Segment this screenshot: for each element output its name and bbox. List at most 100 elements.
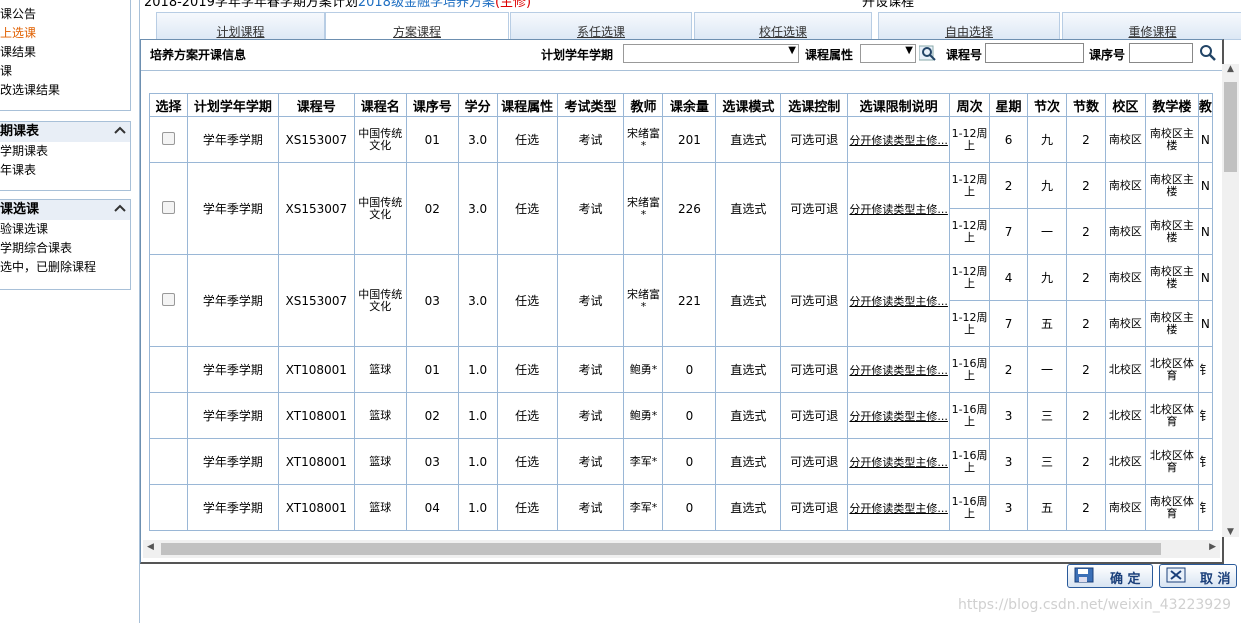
term-cell: 学年季学期 [186, 162, 279, 255]
seq-no-input[interactable] [1129, 43, 1193, 63]
page-header: 2018-2019学年学年春学期方案计划2018级金融学培养方案(主修) 开设课… [140, 0, 1241, 10]
building-cell: 北校区体育 [1144, 346, 1199, 393]
sidebar-item-year-timetable[interactable]: 年课表 [0, 161, 130, 180]
sidebar-item-notice[interactable]: 课公告 [0, 5, 130, 24]
building-cell: 南校区主楼 [1144, 300, 1199, 347]
remaining-cell: 201 [662, 116, 717, 163]
limit-link[interactable]: 分开修读类型主修... [849, 295, 948, 308]
limit-cell: 分开修读类型主修... [847, 484, 951, 531]
remaining-cell: 0 [662, 484, 717, 531]
attr-select[interactable]: ▼ [860, 44, 916, 63]
sidebar-item-result[interactable]: 课结果 [0, 43, 130, 62]
scrollbar-thumb[interactable] [1224, 82, 1237, 172]
table-row: 学年季学期 XT108001 篮球 02 1.0 任选 考试 鲍勇* 0 直选式 可选可退 分开修读类… [149, 392, 1213, 439]
chevron-up-icon[interactable] [113, 200, 127, 220]
extra-cell: 钅 [1197, 438, 1213, 485]
period-cell: 三 [1027, 392, 1067, 439]
sidebar-item-term-timetable[interactable]: 学期课表 [0, 142, 130, 161]
extra-cell: 钅 [1197, 346, 1213, 393]
building-cell: 南校区主楼 [1144, 162, 1199, 209]
period-cell: 一 [1027, 208, 1067, 255]
extra-cell: N [1197, 208, 1213, 255]
column-header: 计划学年学期 [186, 93, 279, 117]
tab-plan-courses[interactable]: 计划课程 [156, 12, 325, 40]
building-cell: 北校区体育 [1144, 438, 1199, 485]
tab-label: 计划课程 [216, 25, 265, 39]
limit-link[interactable]: 分开修读类型主修... [849, 502, 948, 515]
course-no-cell: XT108001 [277, 392, 355, 439]
table-row: 学年季学期 XS153007 中国传统文化 01 3.0 任选 考试 宋绪富* 201 直选式 可选… [149, 116, 1213, 163]
sidebar-item-course[interactable]: 课 [0, 62, 130, 81]
campus-cell: 南校区 [1104, 208, 1146, 255]
select-mode-cell: 直选式 [715, 484, 782, 531]
tab-retake[interactable]: 重修课程 [1062, 12, 1241, 40]
period-cell: 三 [1027, 438, 1067, 485]
scrollbar-thumb[interactable] [161, 543, 1161, 555]
limit-link[interactable]: 分开修读类型主修... [849, 364, 948, 377]
scroll-right-arrow-icon[interactable]: ▶ [1209, 542, 1216, 552]
cancel-button[interactable]: 取 消 [1159, 564, 1237, 588]
sidebar-item-lab-select[interactable]: 验课选课 [0, 220, 130, 239]
sidebar-item-online-select[interactable]: 上选课 [0, 24, 130, 43]
period-count-cell: 2 [1065, 254, 1106, 301]
select-mode-cell: 直选式 [715, 116, 782, 163]
sidebar-item-change-result[interactable]: 改选课结果 [0, 81, 130, 100]
seq-no-cell: 02 [405, 162, 459, 255]
select-control-cell: 可选可退 [780, 392, 849, 439]
open-courses-label: 开设课程 [862, 0, 915, 10]
tab-program-courses[interactable]: 方案课程 [325, 12, 509, 40]
limit-link[interactable]: 分开修读类型主修... [849, 456, 948, 469]
select-checkbox[interactable] [161, 292, 175, 306]
vertical-scrollbar[interactable]: ▲ ▼ [1222, 64, 1239, 537]
select-checkbox[interactable] [161, 131, 175, 145]
sidebar-section-header[interactable]: 课选课 [0, 200, 130, 220]
building-cell: 南校区主楼 [1144, 208, 1199, 255]
period-count-cell: 2 [1065, 300, 1106, 347]
column-header: 选课限制说明 [847, 93, 951, 117]
attr-label: 课程属性 [805, 48, 854, 62]
weeks-cell: 1-16周上 [949, 438, 991, 485]
term-select[interactable]: ▼ [623, 44, 799, 63]
limit-cell: 分开修读类型主修... [847, 162, 951, 255]
table-row: 学年季学期 XS153007 中国传统文化 03 3.0 任选 考试 宋绪富* 221 直选式 可选… [149, 254, 1213, 347]
chevron-up-icon[interactable] [113, 122, 127, 142]
limit-link[interactable]: 分开修读类型主修... [849, 410, 948, 423]
sidebar-item-deleted-courses[interactable]: 选中，已删除课程 [0, 258, 130, 277]
sidebar-item-term-overview[interactable]: 学期综合课表 [0, 239, 130, 258]
limit-link[interactable]: 分开修读类型主修... [849, 203, 948, 216]
table-row: 学年季学期 XT108001 篮球 01 1.0 任选 考试 鲍勇* 0 直选式 可选可退 分开修读类… [149, 346, 1213, 393]
campus-cell: 北校区 [1104, 438, 1146, 485]
limit-link[interactable]: 分开修读类型主修... [849, 134, 948, 147]
limit-cell: 分开修读类型主修... [847, 346, 951, 393]
column-header: 教学楼 [1144, 93, 1199, 117]
scroll-up-arrow-icon[interactable]: ▲ [1222, 64, 1239, 74]
campus-cell: 北校区 [1104, 392, 1146, 439]
term-cell: 学年季学期 [186, 254, 279, 347]
scroll-down-arrow-icon[interactable]: ▼ [1222, 527, 1239, 537]
table-header-row: 选择 计划学年学期 课程号 课程名 课序号 学分 课程属性 考试类型 教师 课余量 选课模式 选课控制… [149, 93, 1213, 117]
course-name-cell: 篮球 [353, 392, 407, 439]
select-mode-cell: 直选式 [715, 162, 782, 255]
tab-free-choice[interactable]: 自由选择 [878, 12, 1060, 40]
search-icon[interactable] [918, 44, 937, 62]
sidebar-section-header[interactable]: 期课表 [0, 122, 130, 142]
tab-dept-elective[interactable]: 系任选课 [510, 12, 692, 40]
column-header: 教 [1197, 93, 1213, 117]
search-icon[interactable] [1199, 44, 1217, 62]
select-checkbox[interactable] [161, 200, 175, 214]
column-header: 学分 [457, 93, 498, 117]
panel-title: 培养方案开课信息 [150, 48, 247, 62]
weeks-cell: 1-16周上 [949, 392, 991, 439]
weeks-cell: 1-12周上 [949, 162, 991, 209]
weekday-cell: 3 [989, 484, 1029, 531]
credit-cell: 3.0 [457, 116, 498, 163]
column-header: 周次 [949, 93, 991, 117]
scroll-left-arrow-icon[interactable]: ◀ [147, 542, 154, 552]
confirm-button[interactable]: 确 定 [1067, 564, 1153, 588]
select-control-cell: 可选可退 [780, 162, 849, 255]
tab-school-elective[interactable]: 校任选课 [694, 12, 872, 40]
horizontal-scrollbar[interactable]: ◀ ▶ [143, 540, 1220, 558]
credit-cell: 1.0 [457, 484, 498, 531]
course-attr-cell: 任选 [496, 438, 558, 485]
course-no-input[interactable] [985, 43, 1084, 63]
